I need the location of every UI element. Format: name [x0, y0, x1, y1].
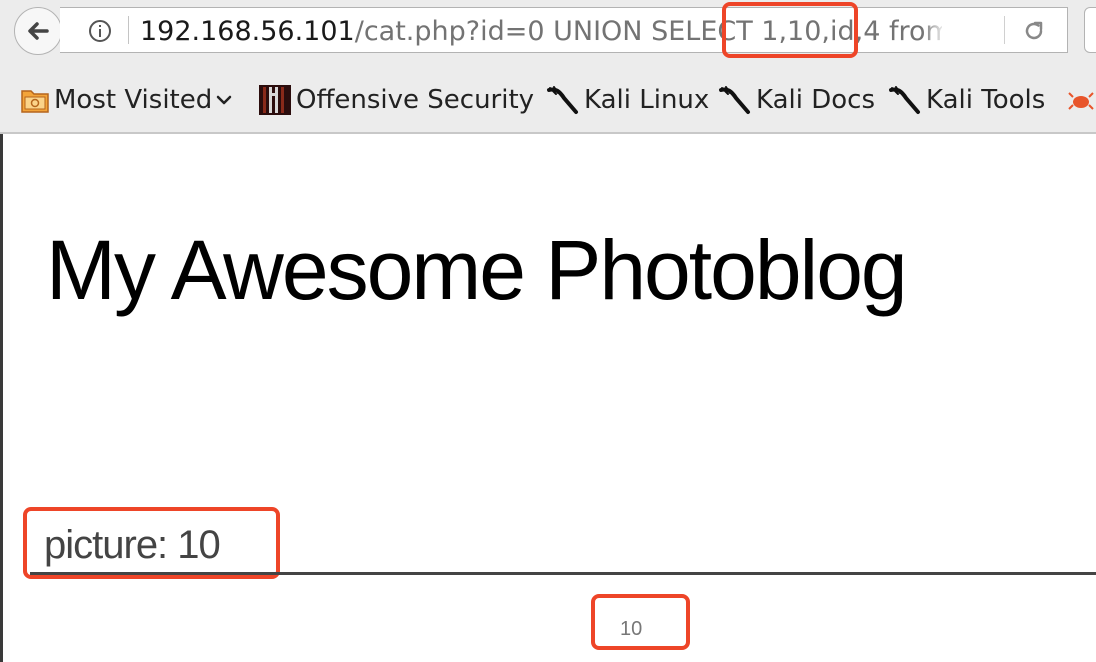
kali-dragon-icon	[889, 86, 920, 114]
url-fade	[922, 12, 946, 48]
bookmark-most-visited[interactable]: Most Visited	[20, 84, 234, 116]
bookmark-label: Kali Docs	[756, 85, 876, 115]
bookmarks-toolbar: Most Visited Offensive Security Kali Lin…	[0, 64, 1096, 134]
bookmark-label: Kali Tools	[926, 85, 1046, 115]
divider	[30, 572, 1096, 575]
offensive-security-icon	[259, 85, 291, 115]
url-bar[interactable]: 192.168.56.101/cat.php?id=0 UNION SELECT…	[60, 7, 1068, 53]
folder-icon	[21, 90, 49, 113]
bookmark-label: Offensive Security	[296, 85, 535, 115]
url-host: 192.168.56.101	[140, 17, 355, 47]
kali-dragon-icon	[719, 86, 750, 114]
back-button[interactable]	[14, 7, 62, 55]
bookmark-label: Most Visited	[54, 85, 213, 115]
bookmark-kali-docs[interactable]: Kali Docs	[718, 84, 875, 116]
bookmark-kali-tools[interactable]: Kali Tools	[888, 84, 1045, 116]
page-title: My Awesome Photoblog	[46, 223, 908, 317]
chevron-down-icon	[217, 95, 232, 105]
search-box[interactable]	[1084, 7, 1096, 53]
reload-icon[interactable]	[1022, 19, 1046, 43]
bookmark-overflow[interactable]	[1066, 84, 1096, 116]
kali-dragon-icon	[547, 86, 578, 114]
picture-label-highlight	[23, 507, 280, 579]
bookmark-offensive-security[interactable]: Offensive Security	[258, 84, 534, 116]
url-separator	[128, 16, 129, 44]
page-left-border	[0, 134, 3, 662]
url-injection-highlight	[722, 2, 858, 58]
browser-toolbar: 192.168.56.101/cat.php?id=0 UNION SELECT…	[0, 0, 1096, 64]
bug-icon	[1068, 92, 1094, 110]
bookmark-kali-linux[interactable]: Kali Linux	[546, 84, 709, 116]
back-arrow-icon	[28, 22, 49, 40]
info-icon[interactable]	[88, 19, 112, 43]
bookmark-label: Kali Linux	[584, 85, 710, 115]
url-separator-right	[1004, 16, 1005, 44]
picture-value-highlight	[591, 594, 690, 650]
